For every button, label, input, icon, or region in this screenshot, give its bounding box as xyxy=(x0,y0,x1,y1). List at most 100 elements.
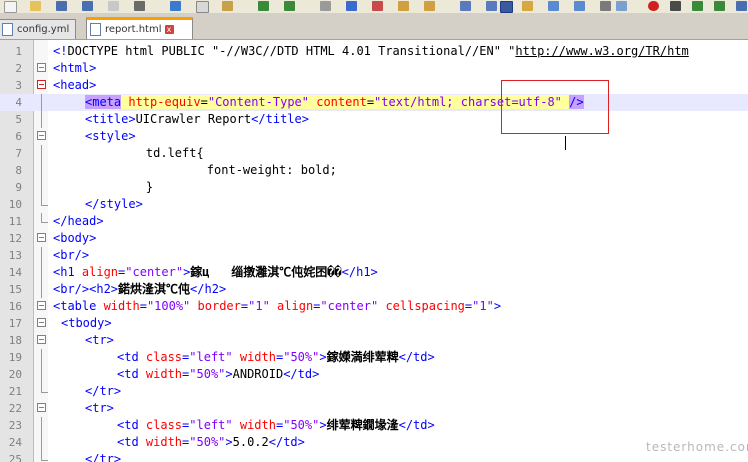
code-line[interactable]: 3 <head> xyxy=(0,77,748,94)
zoom-in-icon[interactable] xyxy=(372,1,383,11)
code-line[interactable]: 15 <br/><h2>鍩烘湰淇℃伅</h2> xyxy=(0,281,748,298)
undo-icon[interactable] xyxy=(258,1,269,11)
code-line[interactable]: 14 <h1 align="center">鎵ц 缁撴灉淇℃伅姹囨��</h1> xyxy=(0,264,748,281)
function-list-icon[interactable] xyxy=(548,1,559,11)
code-line[interactable]: 17 <tbody> xyxy=(0,315,748,332)
code-text[interactable]: <style> xyxy=(85,128,136,145)
show-all-icon[interactable] xyxy=(486,1,497,11)
code-text[interactable]: <!DOCTYPE html PUBLIC "-//W3C//DTD HTML … xyxy=(53,43,689,60)
code-line[interactable]: 7 td.left{ xyxy=(0,145,748,162)
fold-toggle-icon[interactable] xyxy=(37,233,46,242)
fold-toggle-icon[interactable] xyxy=(37,80,46,89)
code-line[interactable]: 12 <body> xyxy=(0,230,748,247)
code-line[interactable]: 20 <td width="50%">ANDROID</td> xyxy=(0,366,748,383)
code-text[interactable]: </tr> xyxy=(85,451,121,462)
fold-toggle-icon[interactable] xyxy=(37,318,46,327)
run-macro-icon[interactable] xyxy=(714,1,725,11)
code-text[interactable]: <table width="100%" border="1" align="ce… xyxy=(53,298,501,315)
code-text[interactable]: <html> xyxy=(53,60,96,77)
syntax-token: <title> xyxy=(85,112,136,126)
cut-icon[interactable] xyxy=(170,1,181,11)
sync-scroll-icon[interactable] xyxy=(424,1,435,11)
fold-toggle-icon[interactable] xyxy=(37,335,46,344)
code-text[interactable]: <tr> xyxy=(85,400,114,417)
code-line[interactable]: 5 <title>UICrawler Report</title> xyxy=(0,111,748,128)
find-icon[interactable] xyxy=(320,1,331,11)
record-macro-icon[interactable] xyxy=(648,1,659,11)
redo-icon[interactable] xyxy=(284,1,295,11)
code-line[interactable]: 9 } xyxy=(0,179,748,196)
code-line[interactable]: 1 <!DOCTYPE html PUBLIC "-//W3C//DTD HTML… xyxy=(0,43,748,60)
code-text[interactable]: td.left{ xyxy=(117,145,204,162)
code-text[interactable]: } xyxy=(117,179,153,196)
code-line[interactable]: 16 <table width="100%" border="1" align="… xyxy=(0,298,748,315)
fold-toggle-icon[interactable] xyxy=(37,131,46,140)
save-icon[interactable] xyxy=(56,1,67,11)
fold-toggle-icon[interactable] xyxy=(37,403,46,412)
syntax-token: http://www.w3.org/TR/htm xyxy=(515,44,689,58)
syntax-token: </head> xyxy=(53,214,104,228)
code-text[interactable]: <tbody> xyxy=(61,315,112,332)
code-line[interactable]: 24 <td width="50%">5.0.2</td> xyxy=(0,434,748,451)
code-text[interactable]: <td width="50%">5.0.2</td> xyxy=(117,434,305,451)
code-text[interactable]: <br/> xyxy=(53,247,89,264)
code-line[interactable]: 10 </style> xyxy=(0,196,748,213)
code-line[interactable]: 19 <td class="left" width="50%">鎵嬫満绯荤粺</t… xyxy=(0,349,748,366)
code-text[interactable]: </head> xyxy=(53,213,104,230)
eye-icon[interactable] xyxy=(616,1,627,11)
syntax-token: </td> xyxy=(268,435,305,449)
code-line[interactable]: 18 <tr> xyxy=(0,332,748,349)
fold-toggle-icon[interactable] xyxy=(37,301,46,310)
save-macro-icon[interactable] xyxy=(736,1,747,11)
close-file-icon[interactable] xyxy=(108,1,119,11)
fold-toggle-icon[interactable] xyxy=(37,63,46,72)
play-macro-icon[interactable] xyxy=(692,1,703,11)
tab-report-html[interactable]: report.html x xyxy=(86,17,193,39)
code-text[interactable]: <meta http-equiv="Content-Type" content=… xyxy=(85,94,584,111)
code-line[interactable]: 22 <tr> xyxy=(0,400,748,417)
print-icon[interactable] xyxy=(134,1,145,11)
paste-icon[interactable] xyxy=(222,1,233,11)
code-line[interactable]: 8 font-weight: bold; xyxy=(0,162,748,179)
syntax-token: "text/html; charset=utf-8" xyxy=(374,95,562,109)
code-text[interactable]: font-weight: bold; xyxy=(149,162,337,179)
close-tab-icon[interactable]: x xyxy=(164,25,174,34)
code-text[interactable]: <td class="left" width="50%">绯荤粺鐗堟湰</td> xyxy=(117,417,435,434)
code-line[interactable]: 6 <style> xyxy=(0,128,748,145)
doc-map-icon[interactable] xyxy=(522,1,533,11)
code-line[interactable]: 2 <html> xyxy=(0,60,748,77)
code-text[interactable]: <title>UICrawler Report</title> xyxy=(85,111,309,128)
code-text[interactable]: <br/><h2>鍩烘湰淇℃伅</h2> xyxy=(53,281,226,298)
code-text[interactable]: <h1 align="center">鎵ц 缁撴灉淇℃伅姹囨��</h1> xyxy=(53,264,378,281)
syntax-token: <td xyxy=(117,367,146,381)
folder-workspace-icon[interactable] xyxy=(574,1,585,11)
code-text[interactable]: <td width="50%">ANDROID</td> xyxy=(117,366,319,383)
indent-guide-icon[interactable] xyxy=(500,1,513,13)
replace-icon[interactable] xyxy=(346,1,357,11)
code-text[interactable]: </style> xyxy=(85,196,143,213)
word-wrap-icon[interactable] xyxy=(460,1,471,11)
fold-line xyxy=(41,264,42,281)
code-text[interactable]: <td class="left" width="50%">鎵嬫満绯荤粺</td> xyxy=(117,349,435,366)
new-file-icon[interactable] xyxy=(4,1,17,13)
save-all-icon[interactable] xyxy=(82,1,93,11)
syntax-token: width xyxy=(145,435,183,449)
syntax-token: 鍩烘湰淇℃伅 xyxy=(118,282,191,296)
monitoring-icon[interactable] xyxy=(600,1,611,11)
code-text[interactable]: <tr> xyxy=(85,332,114,349)
code-line[interactable]: 11 </head> xyxy=(0,213,748,230)
copy-icon[interactable] xyxy=(196,1,209,13)
code-text[interactable]: </tr> xyxy=(85,383,121,400)
tab-config-yml[interactable]: config.yml xyxy=(0,19,76,39)
code-line[interactable]: 4 <meta http-equiv="Content-Type" content… xyxy=(0,94,748,111)
zoom-out-icon[interactable] xyxy=(398,1,409,11)
code-line[interactable]: 25 </tr> xyxy=(0,451,748,462)
code-line[interactable]: 23 <td class="left" width="50%">绯荤粺鐗堟湰</t… xyxy=(0,417,748,434)
code-line[interactable]: 21 </tr> xyxy=(0,383,748,400)
code-text[interactable]: <body> xyxy=(53,230,96,247)
code-text[interactable]: <head> xyxy=(53,77,96,94)
stop-macro-icon[interactable] xyxy=(670,1,681,11)
open-file-icon[interactable] xyxy=(30,1,41,11)
code-editor[interactable]: 1 <!DOCTYPE html PUBLIC "-//W3C//DTD HTML… xyxy=(0,40,748,462)
code-line[interactable]: 13 <br/> xyxy=(0,247,748,264)
